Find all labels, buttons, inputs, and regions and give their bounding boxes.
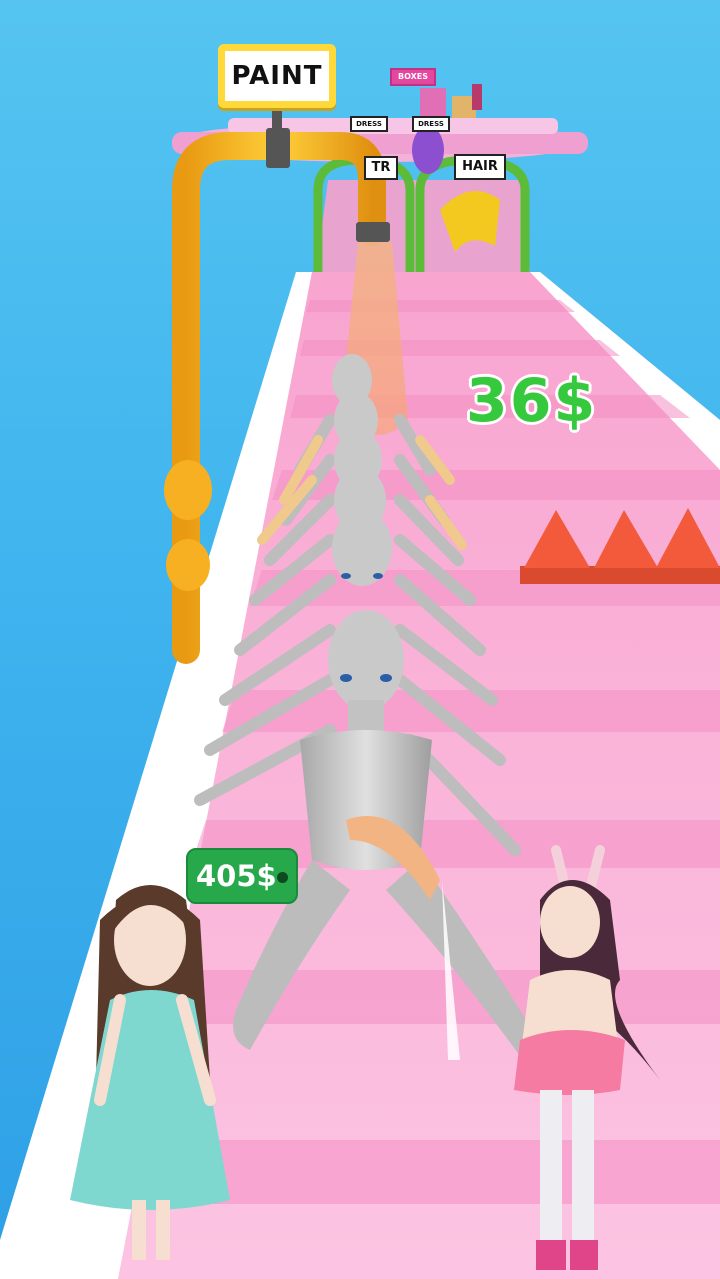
dress-sign-left: DRESS [350,116,388,132]
paint-sign-label: PAINT [225,51,329,101]
dress-sign-right: DRESS [412,116,450,132]
game-scene [0,84,720,1279]
badge-dot-icon [277,872,288,883]
boxes-station [420,84,482,118]
money-counter-badge: 405$ [186,848,298,904]
paint-station-sign: PAINT [218,44,336,108]
money-popup: 36$ [466,366,598,436]
hair-gate-sign: HAIR [454,154,506,180]
money-counter-value: 405$ [196,859,277,893]
boxes-sign: BOXES [390,68,436,86]
outfit-gate-sign: TR [364,156,398,180]
